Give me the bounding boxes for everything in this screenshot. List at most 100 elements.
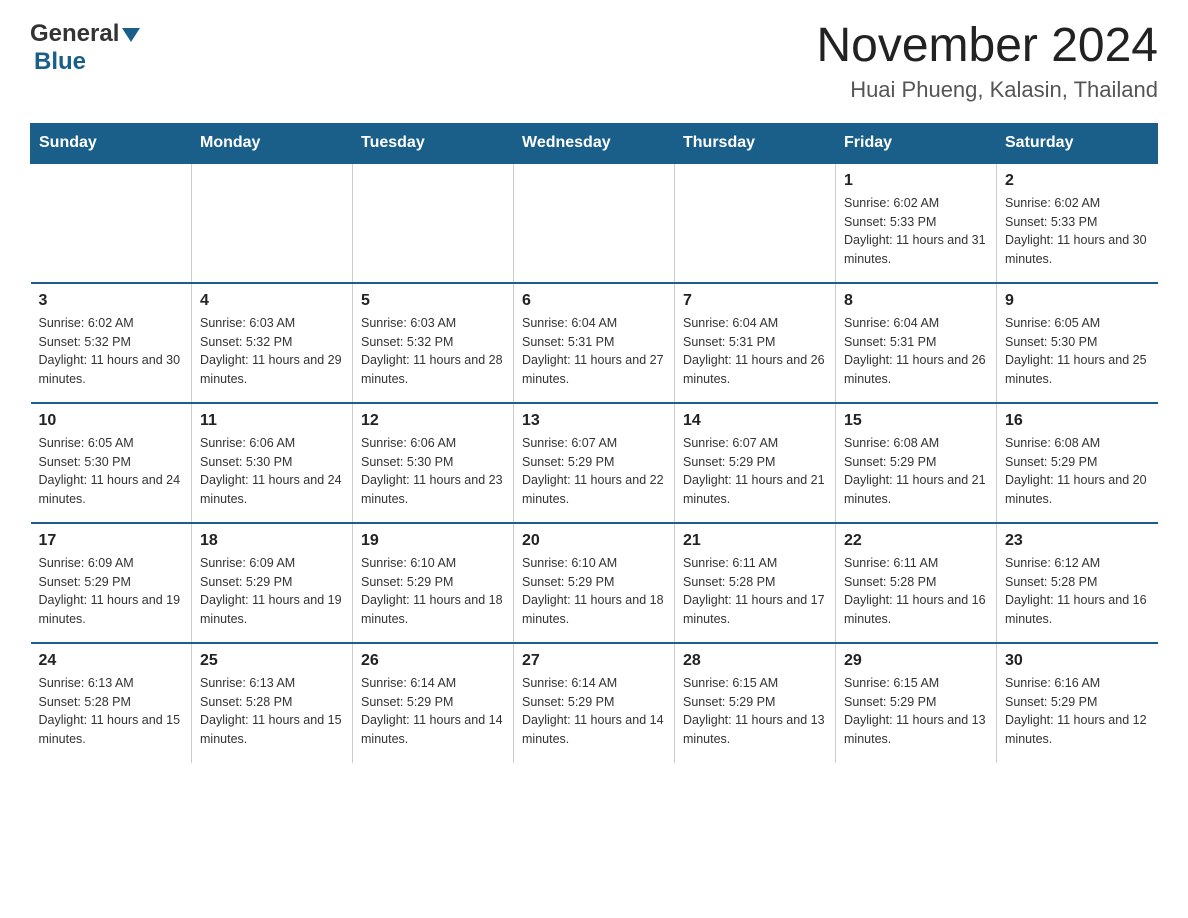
day-number: 15 bbox=[844, 412, 988, 430]
day-number: 3 bbox=[39, 292, 184, 310]
col-sunday: Sunday bbox=[31, 123, 192, 163]
day-info: Sunrise: 6:02 AMSunset: 5:33 PMDaylight:… bbox=[1005, 194, 1150, 269]
day-info: Sunrise: 6:04 AMSunset: 5:31 PMDaylight:… bbox=[844, 314, 988, 389]
day-info: Sunrise: 6:03 AMSunset: 5:32 PMDaylight:… bbox=[200, 314, 344, 389]
title-block: November 2024 Huai Phueng, Kalasin, Thai… bbox=[816, 20, 1158, 103]
day-number: 20 bbox=[522, 532, 666, 550]
day-info: Sunrise: 6:08 AMSunset: 5:29 PMDaylight:… bbox=[844, 434, 988, 509]
calendar-cell: 21 Sunrise: 6:11 AMSunset: 5:28 PMDayligh… bbox=[675, 523, 836, 643]
calendar-cell: 1 Sunrise: 6:02 AMSunset: 5:33 PMDaylight… bbox=[836, 163, 997, 283]
calendar-body: 1 Sunrise: 6:02 AMSunset: 5:33 PMDaylight… bbox=[31, 163, 1158, 763]
col-saturday: Saturday bbox=[997, 123, 1158, 163]
col-thursday: Thursday bbox=[675, 123, 836, 163]
logo-triangle-icon bbox=[122, 28, 140, 42]
day-info: Sunrise: 6:13 AMSunset: 5:28 PMDaylight:… bbox=[200, 674, 344, 749]
day-number: 6 bbox=[522, 292, 666, 310]
day-number: 10 bbox=[39, 412, 184, 430]
week-row-4: 17 Sunrise: 6:09 AMSunset: 5:29 PMDayligh… bbox=[31, 523, 1158, 643]
logo-blue-text: Blue bbox=[34, 48, 86, 75]
day-number: 28 bbox=[683, 652, 827, 670]
calendar-cell: 12Sunrise: 6:06 AMSunset: 5:30 PMDayligh… bbox=[353, 403, 514, 523]
day-number: 24 bbox=[39, 652, 184, 670]
calendar-cell: 10 Sunrise: 6:05 AMSunset: 5:30 PMDayligh… bbox=[31, 403, 192, 523]
col-monday: Monday bbox=[192, 123, 353, 163]
day-info: Sunrise: 6:09 AMSunset: 5:29 PMDaylight:… bbox=[200, 554, 344, 629]
page-header: General Blue November 2024 Huai Phueng, … bbox=[30, 20, 1158, 103]
calendar-cell: 18 Sunrise: 6:09 AMSunset: 5:29 PMDayligh… bbox=[192, 523, 353, 643]
day-number: 8 bbox=[844, 292, 988, 310]
day-number: 21 bbox=[683, 532, 827, 550]
logo: General Blue bbox=[30, 20, 140, 76]
calendar-cell bbox=[192, 163, 353, 283]
calendar-cell: 9Sunrise: 6:05 AMSunset: 5:30 PMDaylight… bbox=[997, 283, 1158, 403]
day-info: Sunrise: 6:02 AMSunset: 5:33 PMDaylight:… bbox=[844, 194, 988, 269]
calendar-cell: 29 Sunrise: 6:15 AMSunset: 5:29 PMDayligh… bbox=[836, 643, 997, 763]
week-row-5: 24 Sunrise: 6:13 AMSunset: 5:28 PMDayligh… bbox=[31, 643, 1158, 763]
location-title: Huai Phueng, Kalasin, Thailand bbox=[816, 77, 1158, 103]
calendar-cell: 13 Sunrise: 6:07 AMSunset: 5:29 PMDayligh… bbox=[514, 403, 675, 523]
calendar-cell: 30 Sunrise: 6:16 AMSunset: 5:29 PMDayligh… bbox=[997, 643, 1158, 763]
header-row: Sunday Monday Tuesday Wednesday Thursday… bbox=[31, 123, 1158, 163]
day-info: Sunrise: 6:07 AMSunset: 5:29 PMDaylight:… bbox=[683, 434, 827, 509]
calendar-table: Sunday Monday Tuesday Wednesday Thursday… bbox=[30, 123, 1158, 763]
day-number: 1 bbox=[844, 172, 988, 190]
day-info: Sunrise: 6:07 AMSunset: 5:29 PMDaylight:… bbox=[522, 434, 666, 509]
day-info: Sunrise: 6:15 AMSunset: 5:29 PMDaylight:… bbox=[683, 674, 827, 749]
day-number: 19 bbox=[361, 532, 505, 550]
calendar-cell: 26 Sunrise: 6:14 AMSunset: 5:29 PMDayligh… bbox=[353, 643, 514, 763]
calendar-cell: 2 Sunrise: 6:02 AMSunset: 5:33 PMDaylight… bbox=[997, 163, 1158, 283]
day-info: Sunrise: 6:02 AMSunset: 5:32 PMDaylight:… bbox=[39, 314, 184, 389]
day-info: Sunrise: 6:05 AMSunset: 5:30 PMDaylight:… bbox=[39, 434, 184, 509]
day-number: 2 bbox=[1005, 172, 1150, 190]
calendar-cell: 7 Sunrise: 6:04 AMSunset: 5:31 PMDaylight… bbox=[675, 283, 836, 403]
calendar-cell: 27 Sunrise: 6:14 AMSunset: 5:29 PMDayligh… bbox=[514, 643, 675, 763]
calendar-cell: 4 Sunrise: 6:03 AMSunset: 5:32 PMDaylight… bbox=[192, 283, 353, 403]
day-number: 17 bbox=[39, 532, 184, 550]
calendar-cell bbox=[353, 163, 514, 283]
day-info: Sunrise: 6:04 AMSunset: 5:31 PMDaylight:… bbox=[683, 314, 827, 389]
calendar-cell: 19 Sunrise: 6:10 AMSunset: 5:29 PMDayligh… bbox=[353, 523, 514, 643]
day-number: 22 bbox=[844, 532, 988, 550]
calendar-cell: 17Sunrise: 6:09 AMSunset: 5:29 PMDayligh… bbox=[31, 523, 192, 643]
day-number: 18 bbox=[200, 532, 344, 550]
day-number: 4 bbox=[200, 292, 344, 310]
day-number: 13 bbox=[522, 412, 666, 430]
col-tuesday: Tuesday bbox=[353, 123, 514, 163]
day-number: 7 bbox=[683, 292, 827, 310]
calendar-cell bbox=[675, 163, 836, 283]
day-info: Sunrise: 6:16 AMSunset: 5:29 PMDaylight:… bbox=[1005, 674, 1150, 749]
week-row-2: 3 Sunrise: 6:02 AMSunset: 5:32 PMDaylight… bbox=[31, 283, 1158, 403]
calendar-cell: 6 Sunrise: 6:04 AMSunset: 5:31 PMDaylight… bbox=[514, 283, 675, 403]
day-info: Sunrise: 6:11 AMSunset: 5:28 PMDaylight:… bbox=[683, 554, 827, 629]
col-wednesday: Wednesday bbox=[514, 123, 675, 163]
day-info: Sunrise: 6:11 AMSunset: 5:28 PMDaylight:… bbox=[844, 554, 988, 629]
day-number: 27 bbox=[522, 652, 666, 670]
day-info: Sunrise: 6:14 AMSunset: 5:29 PMDaylight:… bbox=[361, 674, 505, 749]
col-friday: Friday bbox=[836, 123, 997, 163]
day-info: Sunrise: 6:10 AMSunset: 5:29 PMDaylight:… bbox=[522, 554, 666, 629]
day-number: 29 bbox=[844, 652, 988, 670]
day-number: 9 bbox=[1005, 292, 1150, 310]
day-info: Sunrise: 6:03 AMSunset: 5:32 PMDaylight:… bbox=[361, 314, 505, 389]
calendar-cell: 15 Sunrise: 6:08 AMSunset: 5:29 PMDayligh… bbox=[836, 403, 997, 523]
day-info: Sunrise: 6:13 AMSunset: 5:28 PMDaylight:… bbox=[39, 674, 184, 749]
day-info: Sunrise: 6:04 AMSunset: 5:31 PMDaylight:… bbox=[522, 314, 666, 389]
day-info: Sunrise: 6:06 AMSunset: 5:30 PMDaylight:… bbox=[200, 434, 344, 509]
calendar-cell: 23Sunrise: 6:12 AMSunset: 5:28 PMDayligh… bbox=[997, 523, 1158, 643]
day-number: 11 bbox=[200, 412, 344, 430]
calendar-cell: 5 Sunrise: 6:03 AMSunset: 5:32 PMDaylight… bbox=[353, 283, 514, 403]
day-info: Sunrise: 6:14 AMSunset: 5:29 PMDaylight:… bbox=[522, 674, 666, 749]
day-number: 25 bbox=[200, 652, 344, 670]
day-info: Sunrise: 6:08 AMSunset: 5:29 PMDaylight:… bbox=[1005, 434, 1150, 509]
day-number: 26 bbox=[361, 652, 505, 670]
day-number: 30 bbox=[1005, 652, 1150, 670]
calendar-cell: 11 Sunrise: 6:06 AMSunset: 5:30 PMDayligh… bbox=[192, 403, 353, 523]
day-info: Sunrise: 6:12 AMSunset: 5:28 PMDaylight:… bbox=[1005, 554, 1150, 629]
day-number: 14 bbox=[683, 412, 827, 430]
calendar-cell: 20 Sunrise: 6:10 AMSunset: 5:29 PMDayligh… bbox=[514, 523, 675, 643]
day-number: 16 bbox=[1005, 412, 1150, 430]
day-info: Sunrise: 6:15 AMSunset: 5:29 PMDaylight:… bbox=[844, 674, 988, 749]
day-number: 5 bbox=[361, 292, 505, 310]
calendar-cell: 22 Sunrise: 6:11 AMSunset: 5:28 PMDayligh… bbox=[836, 523, 997, 643]
day-info: Sunrise: 6:10 AMSunset: 5:29 PMDaylight:… bbox=[361, 554, 505, 629]
